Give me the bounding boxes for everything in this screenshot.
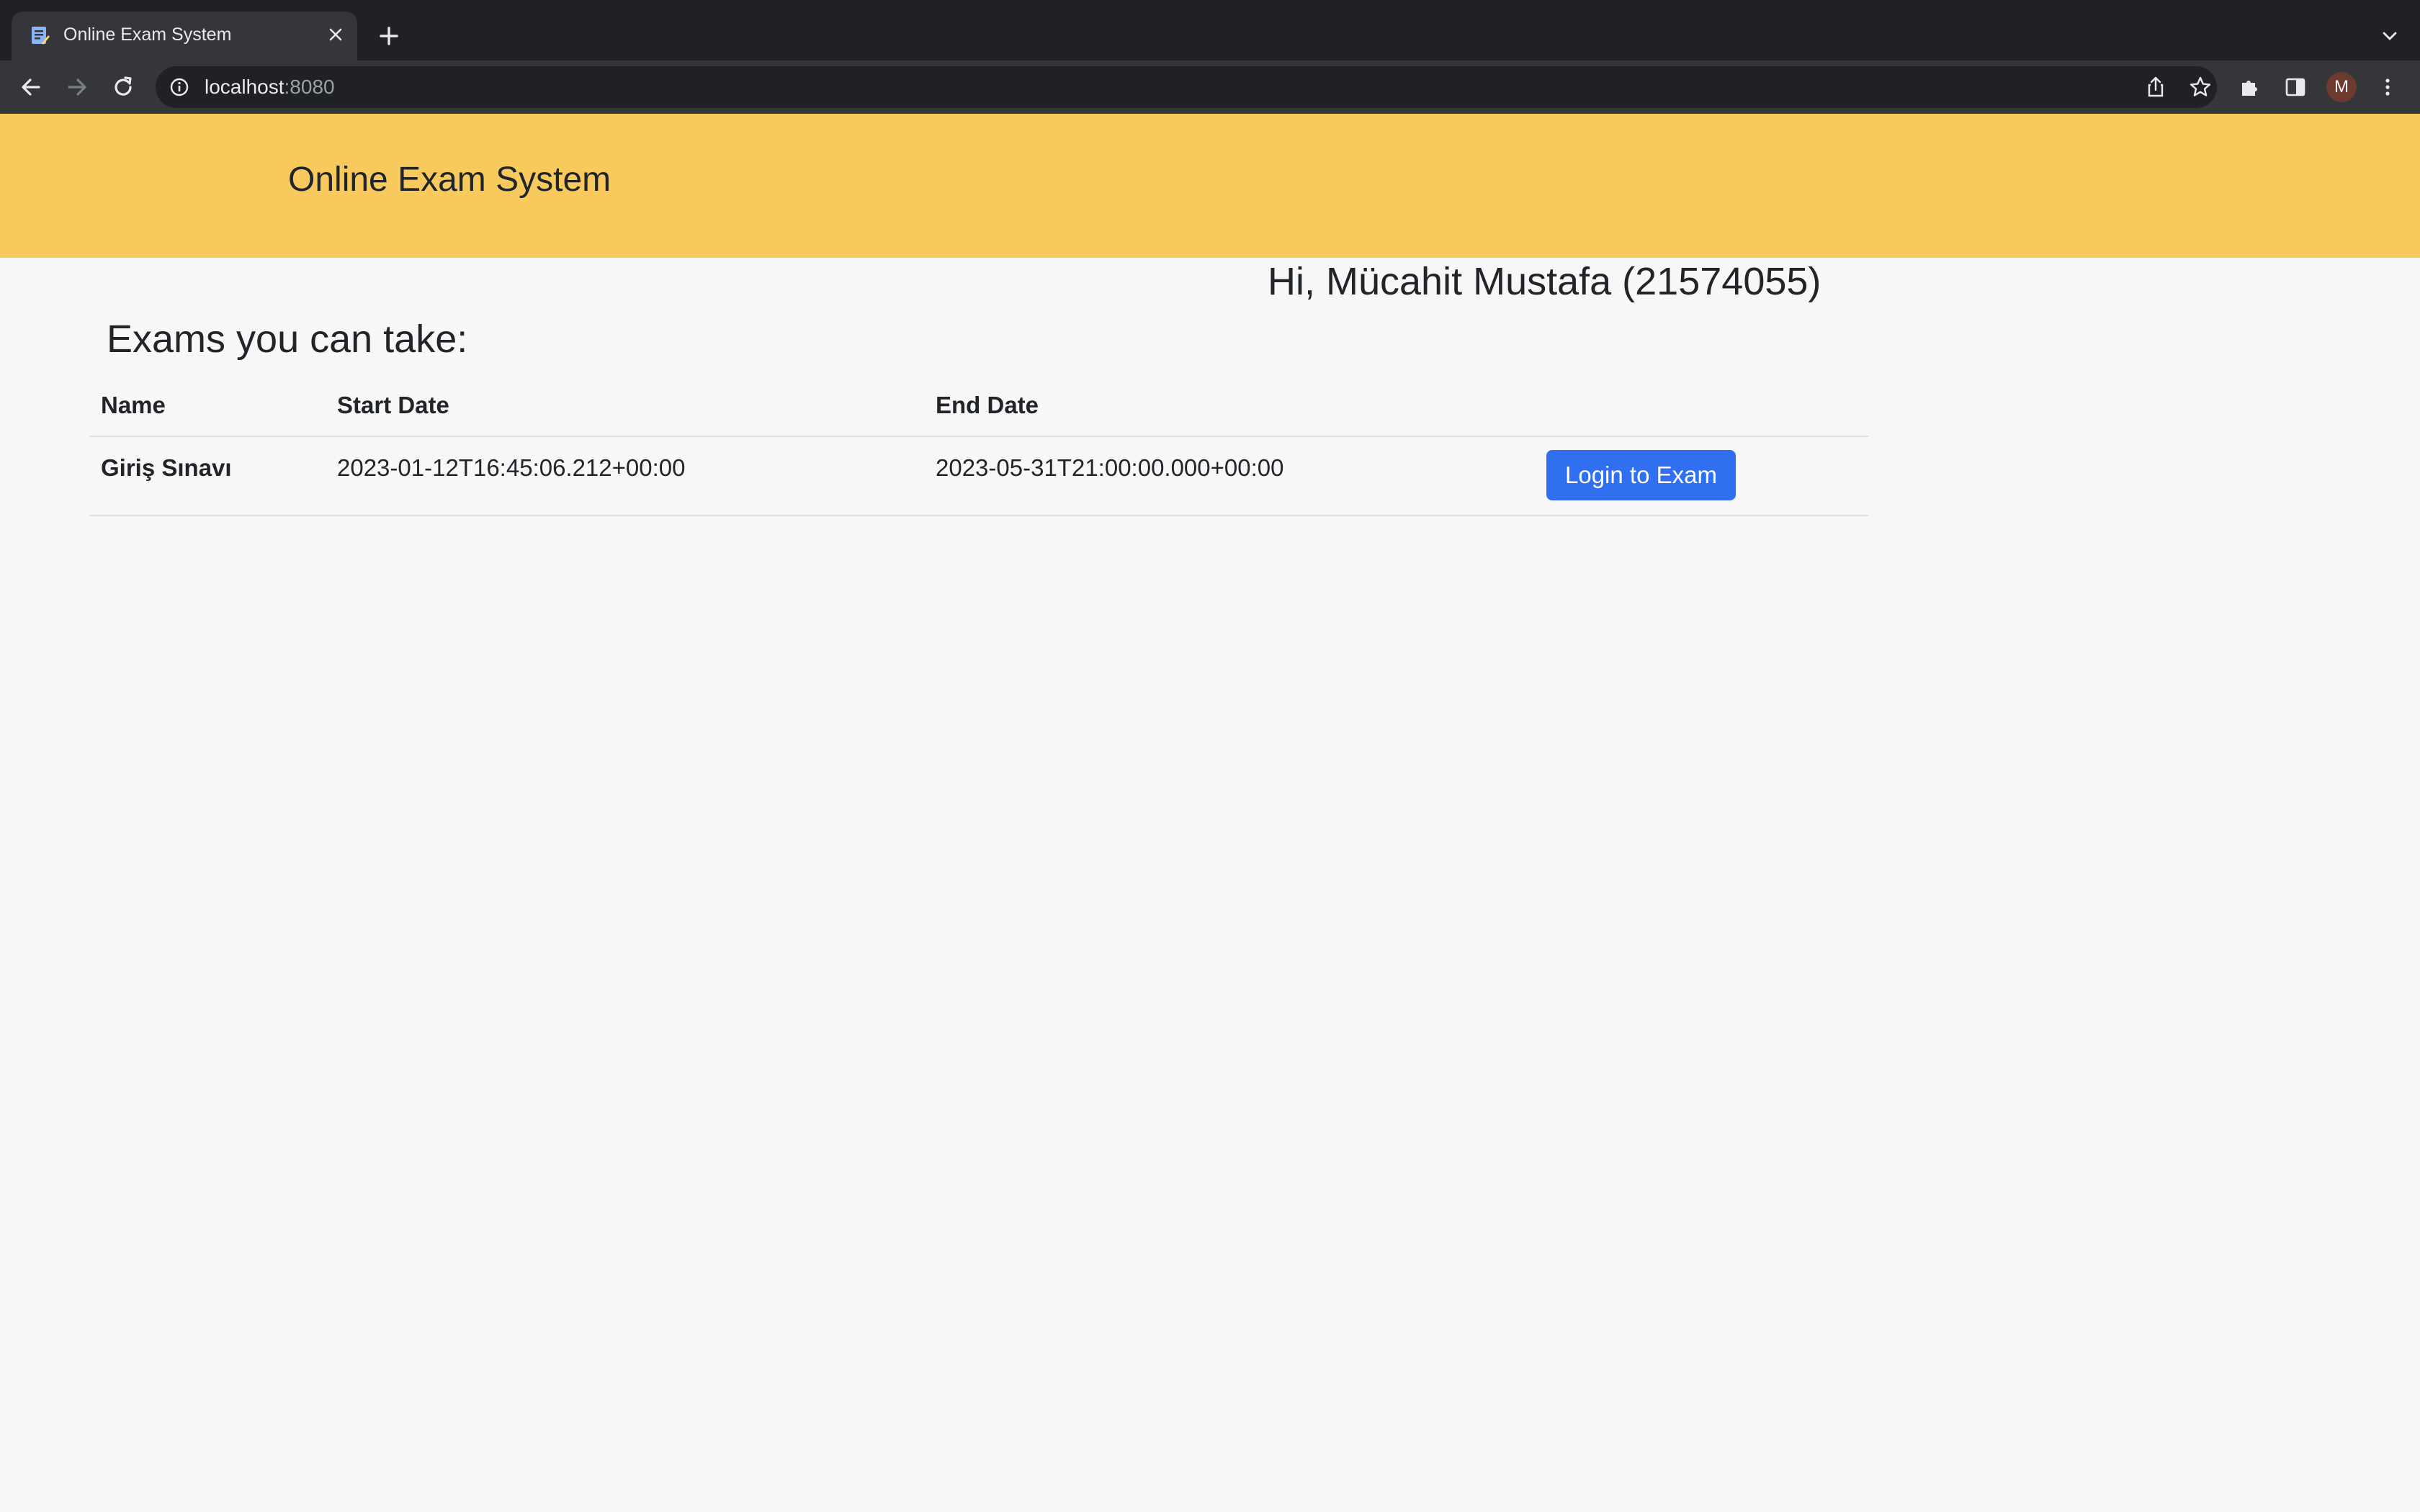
exam-end-date: 2023-05-31T21:00:00.000+00:00 xyxy=(924,436,1535,516)
share-icon[interactable] xyxy=(2143,75,2168,99)
exam-action-cell: Login to Exam xyxy=(1535,436,1868,516)
browser-tab[interactable]: Online Exam System xyxy=(12,12,357,60)
browser-toolbar: localhost:8080 M xyxy=(0,60,2420,114)
address-bar[interactable]: localhost:8080 xyxy=(156,66,2217,108)
column-header-name: Name xyxy=(89,374,326,437)
exam-start-date: 2023-01-12T16:45:06.212+00:00 xyxy=(326,436,924,516)
user-greeting: Hi, Mücahit Mustafa (21574055) xyxy=(1268,260,1821,303)
profile-avatar[interactable]: M xyxy=(2326,72,2357,102)
url-text: localhost:8080 xyxy=(205,76,335,98)
browser-menu-icon[interactable] xyxy=(2371,71,2404,104)
table-header-row: Name Start Date End Date xyxy=(89,374,1868,437)
browser-tabstrip: Online Exam System xyxy=(0,0,2420,60)
exam-name: Giriş Sınavı xyxy=(89,436,326,516)
reload-icon[interactable] xyxy=(107,71,140,104)
close-tab-icon[interactable] xyxy=(324,23,347,46)
exams-table: Name Start Date End Date Giriş Sınavı 20… xyxy=(89,374,1868,516)
column-header-start-date: Start Date xyxy=(326,374,924,437)
table-row: Giriş Sınavı 2023-01-12T16:45:06.212+00:… xyxy=(89,436,1868,516)
app-header: Online Exam System xyxy=(0,114,2420,258)
login-to-exam-button[interactable]: Login to Exam xyxy=(1546,450,1736,500)
back-arrow-icon[interactable] xyxy=(14,71,48,104)
site-info-icon[interactable] xyxy=(169,76,190,98)
forward-arrow-icon[interactable] xyxy=(60,71,94,104)
new-tab-icon[interactable] xyxy=(375,22,403,50)
side-panel-icon[interactable] xyxy=(2279,71,2312,104)
tab-search-chevron-icon[interactable] xyxy=(2375,22,2404,50)
extensions-puzzle-icon[interactable] xyxy=(2233,71,2266,104)
page-favicon-icon xyxy=(29,24,50,46)
column-header-action xyxy=(1535,374,1868,437)
bookmark-star-icon[interactable] xyxy=(2188,75,2213,99)
column-header-end-date: End Date xyxy=(924,374,1535,437)
brand-title[interactable]: Online Exam System xyxy=(288,160,611,199)
tab-title: Online Exam System xyxy=(63,24,232,45)
exams-section-title: Exams you can take: xyxy=(107,318,468,361)
